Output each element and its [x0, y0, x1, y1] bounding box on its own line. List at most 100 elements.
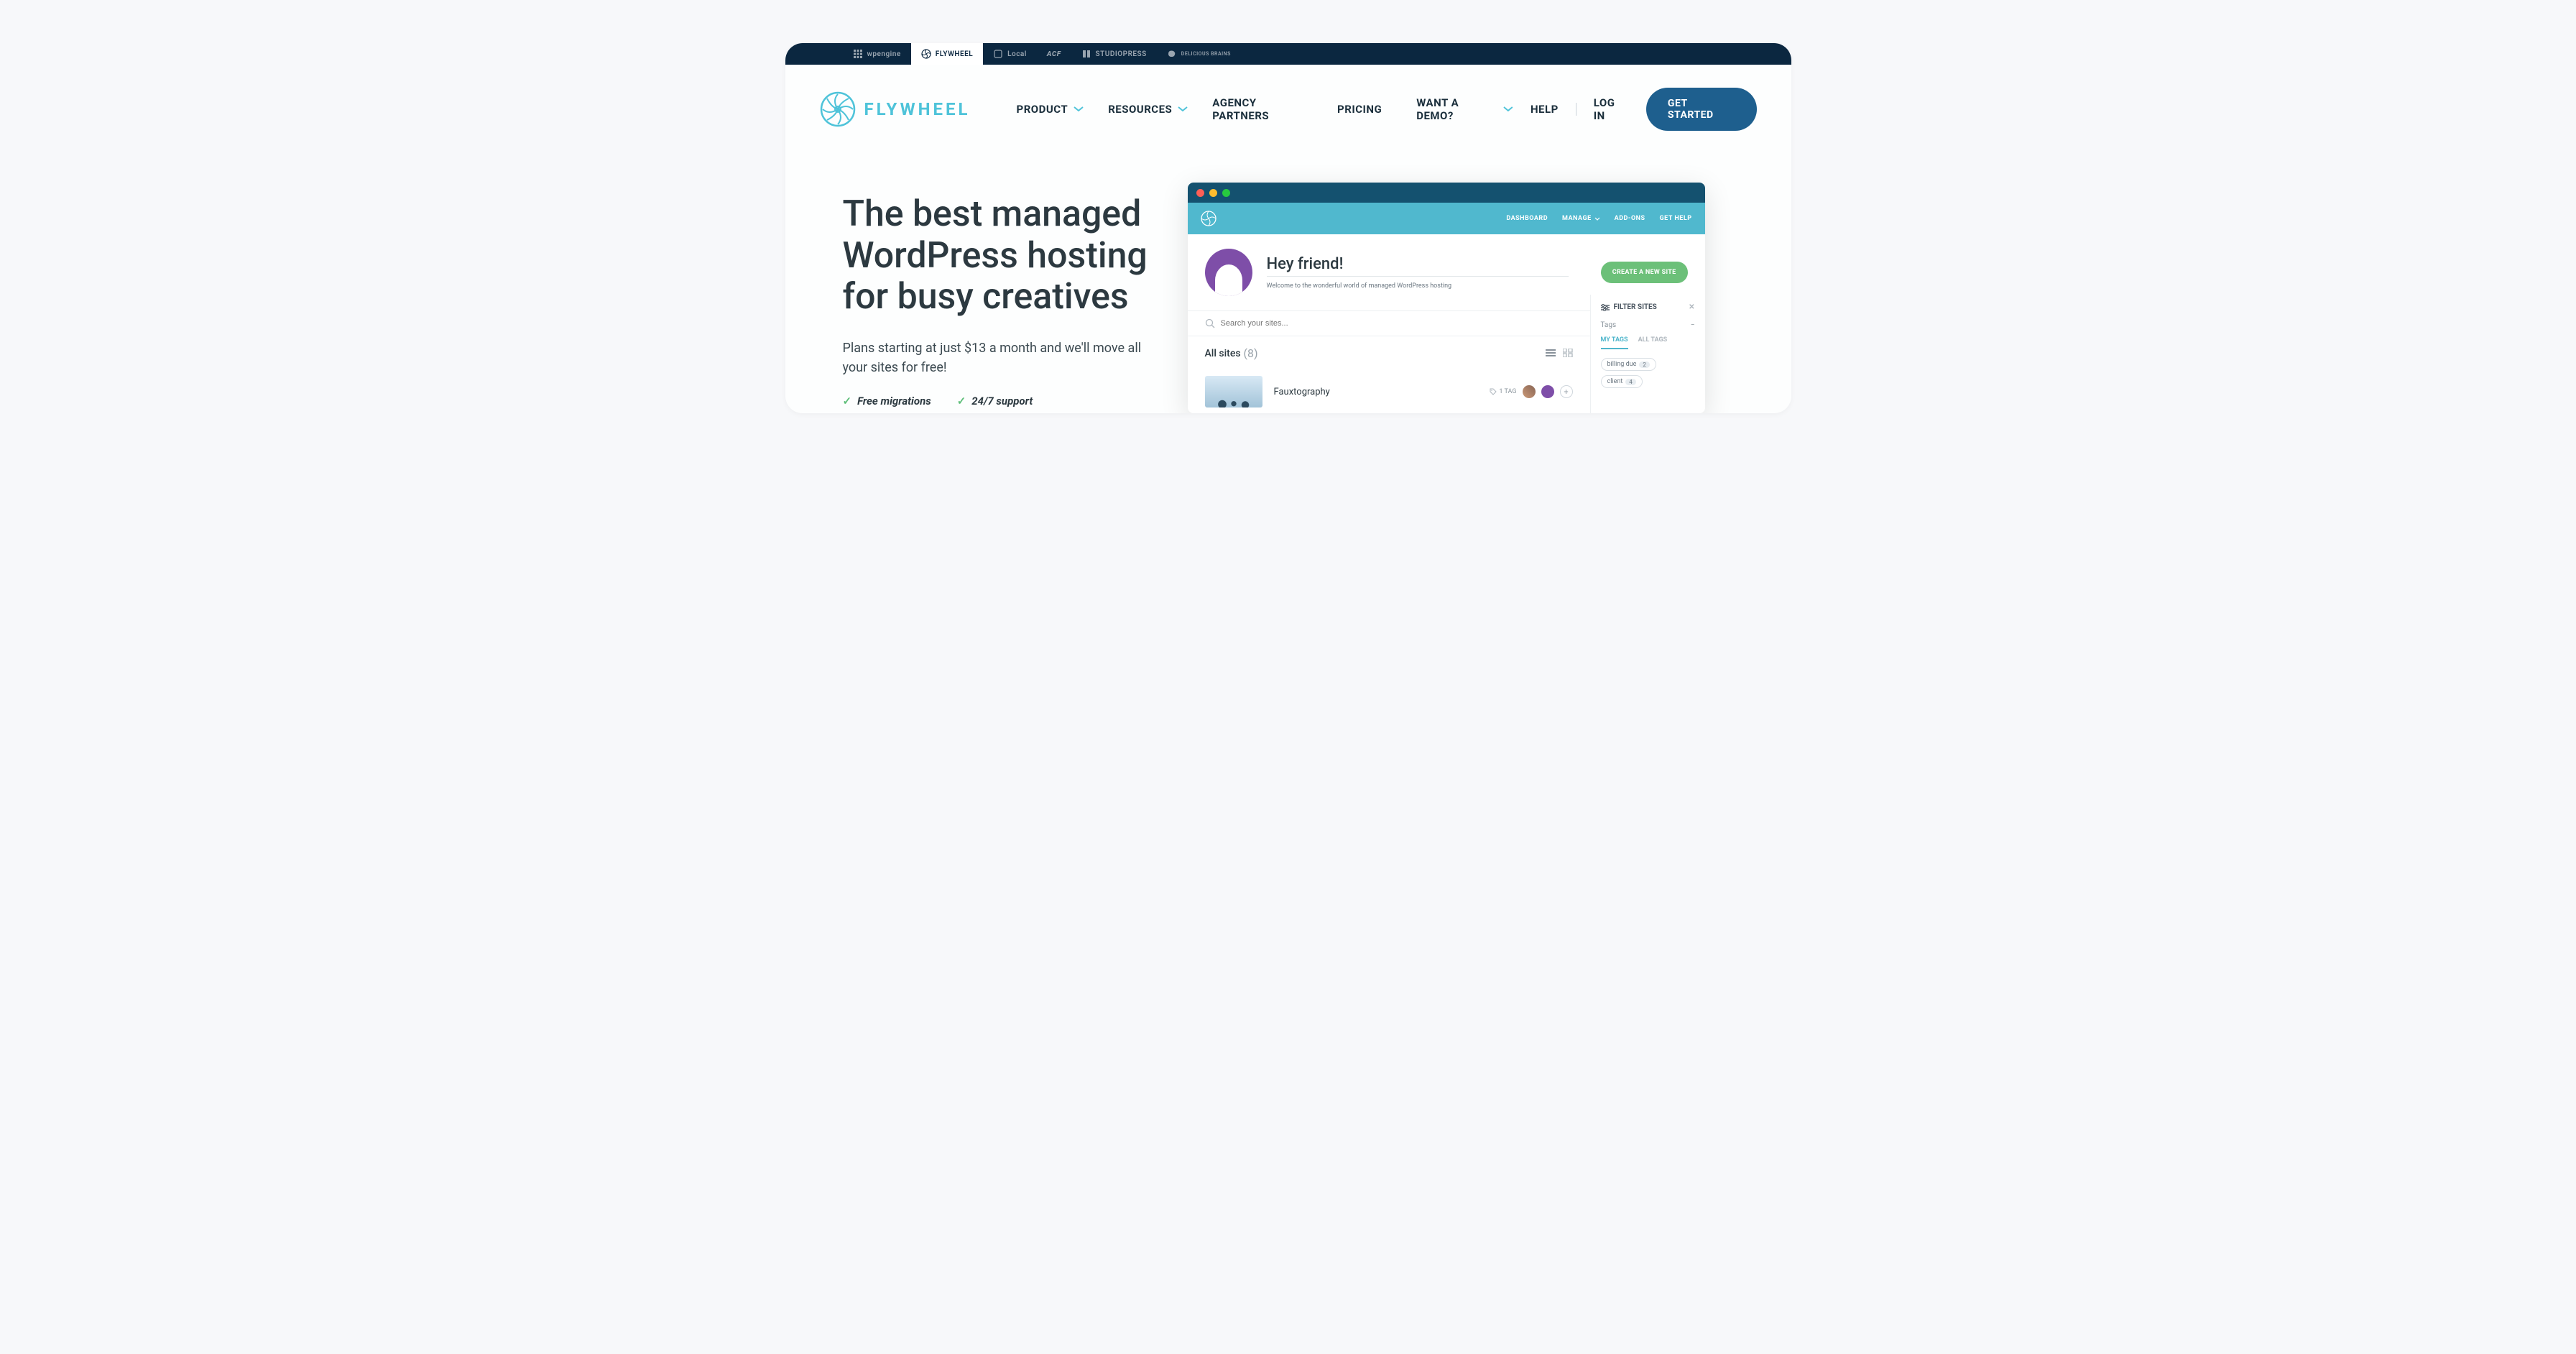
site-row[interactable]: Fauxtography 1 TAG +	[1188, 370, 1590, 413]
collaborator-avatar[interactable]	[1523, 385, 1536, 398]
tag-label: billing due	[1607, 361, 1637, 368]
tag-icon	[1490, 388, 1497, 395]
feature-migrations: Free migrations	[843, 395, 931, 407]
tag-count: 2	[1639, 361, 1650, 368]
nav-demo[interactable]: WANT A DEMO?	[1416, 96, 1513, 122]
chevron-down-icon	[1178, 106, 1188, 112]
nav-resources[interactable]: RESOURCES	[1108, 103, 1188, 116]
site-name: Fauxtography	[1274, 387, 1330, 397]
preview-wrap: DASHBOARD MANAGE ADD-ONS GET HELP Hey fr…	[1188, 183, 1734, 413]
main-nav: FLYWHEEL PRODUCT RESOURCES AGENCY PARTNE…	[785, 65, 1791, 154]
site-thumbnail	[1205, 376, 1262, 407]
filter-header: FILTER SITES ✕	[1601, 303, 1695, 311]
list-icon	[1546, 349, 1556, 357]
list-view-button[interactable]	[1546, 346, 1556, 360]
brand-label: Local	[1007, 50, 1027, 58]
app-nav: DASHBOARD MANAGE ADD-ONS GET HELP	[1506, 215, 1691, 222]
app-nav-help[interactable]: GET HELP	[1660, 215, 1692, 222]
filter-tab-mytags[interactable]: MY TAGS	[1601, 336, 1628, 349]
brand-local[interactable]: Local	[983, 43, 1037, 65]
preview-window: DASHBOARD MANAGE ADD-ONS GET HELP Hey fr…	[1188, 183, 1705, 413]
app-nav-addons[interactable]: ADD-ONS	[1615, 215, 1645, 222]
tag-pills: billing due 2 client 4	[1601, 358, 1695, 388]
brand-wpengine[interactable]: wpengine	[843, 43, 911, 65]
local-icon	[993, 49, 1003, 59]
add-collaborator-button[interactable]: +	[1560, 385, 1573, 398]
filter-section-label: Tags	[1601, 321, 1617, 329]
filter-panel: FILTER SITES ✕ Tags − MY TAGS ALL TAGS b…	[1590, 295, 1705, 413]
close-dot-icon	[1196, 189, 1204, 197]
studiopress-icon	[1081, 49, 1091, 59]
brand-label: wpengine	[867, 50, 901, 58]
app-nav-manage[interactable]: MANAGE	[1562, 215, 1600, 222]
feature-support: 24/7 support	[957, 395, 1033, 407]
nav-label: PRICING	[1337, 103, 1382, 116]
brain-icon	[1167, 49, 1177, 59]
brand-label: FLYWHEEL	[936, 50, 973, 58]
hero: The best managed WordPress hosting for b…	[785, 154, 1791, 413]
nav-label: PRODUCT	[1017, 103, 1068, 116]
nav-label: RESOURCES	[1108, 103, 1172, 116]
collaborator-avatar[interactable]	[1541, 385, 1554, 398]
tag-count: 4	[1625, 379, 1636, 385]
window-chrome	[1188, 183, 1705, 203]
avatar	[1205, 249, 1252, 296]
filter-tab-alltags[interactable]: ALL TAGS	[1638, 336, 1668, 349]
brand-deliciousbrains[interactable]: DELICIOUS BRAINS	[1157, 43, 1241, 65]
tag-badge[interactable]: 1 TAG	[1490, 388, 1516, 395]
nav-label: LOG IN	[1594, 96, 1629, 122]
nav-label: WANT A DEMO?	[1416, 96, 1497, 122]
maximize-dot-icon	[1222, 189, 1230, 197]
app-logo-icon	[1201, 211, 1217, 226]
wpengine-icon	[853, 49, 863, 59]
app-nav-dashboard[interactable]: DASHBOARD	[1506, 215, 1548, 222]
nav-help[interactable]: HELP	[1531, 103, 1559, 116]
brand-label: DELICIOUS BRAINS	[1181, 52, 1231, 57]
brand-label: STUDIOPRESS	[1096, 50, 1147, 58]
nav-login[interactable]: LOG IN	[1594, 96, 1629, 122]
search-icon	[1205, 318, 1215, 328]
filter-section-tags[interactable]: Tags −	[1601, 321, 1695, 329]
filter-tabs: MY TAGS ALL TAGS	[1601, 336, 1695, 349]
welcome-text: Hey friend! Welcome to the wonderful wor…	[1267, 255, 1569, 290]
welcome-subtext: Welcome to the wonderful world of manage…	[1267, 276, 1569, 290]
logo[interactable]: FLYWHEEL	[820, 91, 971, 127]
logo-text: FLYWHEEL	[864, 99, 971, 119]
brand-studiopress[interactable]: STUDIOPRESS	[1071, 43, 1157, 65]
nav-label: AGENCY PARTNERS	[1212, 96, 1313, 122]
tag-label: client	[1607, 378, 1623, 385]
hero-subtitle: Plans starting at just $13 a month and w…	[843, 338, 1159, 377]
flywheel-icon	[921, 49, 931, 59]
sites-heading: All sites	[1205, 348, 1241, 359]
nav-secondary: WANT A DEMO? HELP LOG IN GET STARTED	[1416, 88, 1756, 131]
hero-features: Free migrations 24/7 support	[843, 395, 1159, 407]
filter-icon	[1601, 304, 1610, 311]
site-meta: 1 TAG +	[1490, 385, 1572, 398]
get-started-button[interactable]: GET STARTED	[1646, 88, 1757, 131]
nav-label: HELP	[1531, 103, 1559, 116]
nav-product[interactable]: PRODUCT	[1017, 103, 1084, 116]
sites-count: (8)	[1244, 346, 1258, 360]
chevron-down-icon	[1503, 106, 1513, 112]
brand-acf[interactable]: ACF	[1037, 43, 1071, 65]
page-card: wpengine FLYWHEEL Local ACF STUDIOPRESS	[785, 43, 1791, 413]
brand-flywheel[interactable]: FLYWHEEL	[911, 43, 983, 65]
tag-pill-billing[interactable]: billing due 2	[1601, 358, 1656, 371]
nav-pricing[interactable]: PRICING	[1337, 103, 1382, 116]
grid-view-button[interactable]	[1563, 346, 1573, 360]
filter-close-button[interactable]: ✕	[1689, 303, 1694, 311]
hero-text: The best managed WordPress hosting for b…	[843, 183, 1159, 413]
tag-pill-client[interactable]: client 4	[1601, 375, 1643, 388]
grid-icon	[1563, 349, 1573, 357]
brand-label: ACF	[1047, 50, 1061, 58]
filter-title: FILTER SITES	[1614, 303, 1657, 311]
app-bar: DASHBOARD MANAGE ADD-ONS GET HELP	[1188, 203, 1705, 234]
brand-bar: wpengine FLYWHEEL Local ACF STUDIOPRESS	[785, 43, 1791, 65]
nav-primary: PRODUCT RESOURCES AGENCY PARTNERS PRICIN…	[1017, 96, 1382, 122]
app-nav-label: MANAGE	[1562, 215, 1592, 222]
minus-icon: −	[1691, 321, 1695, 329]
chevron-down-icon	[1074, 106, 1084, 112]
create-site-button[interactable]: CREATE A NEW SITE	[1601, 262, 1688, 283]
sites-header: All sites (8)	[1188, 336, 1590, 370]
nav-agency-partners[interactable]: AGENCY PARTNERS	[1212, 96, 1313, 122]
